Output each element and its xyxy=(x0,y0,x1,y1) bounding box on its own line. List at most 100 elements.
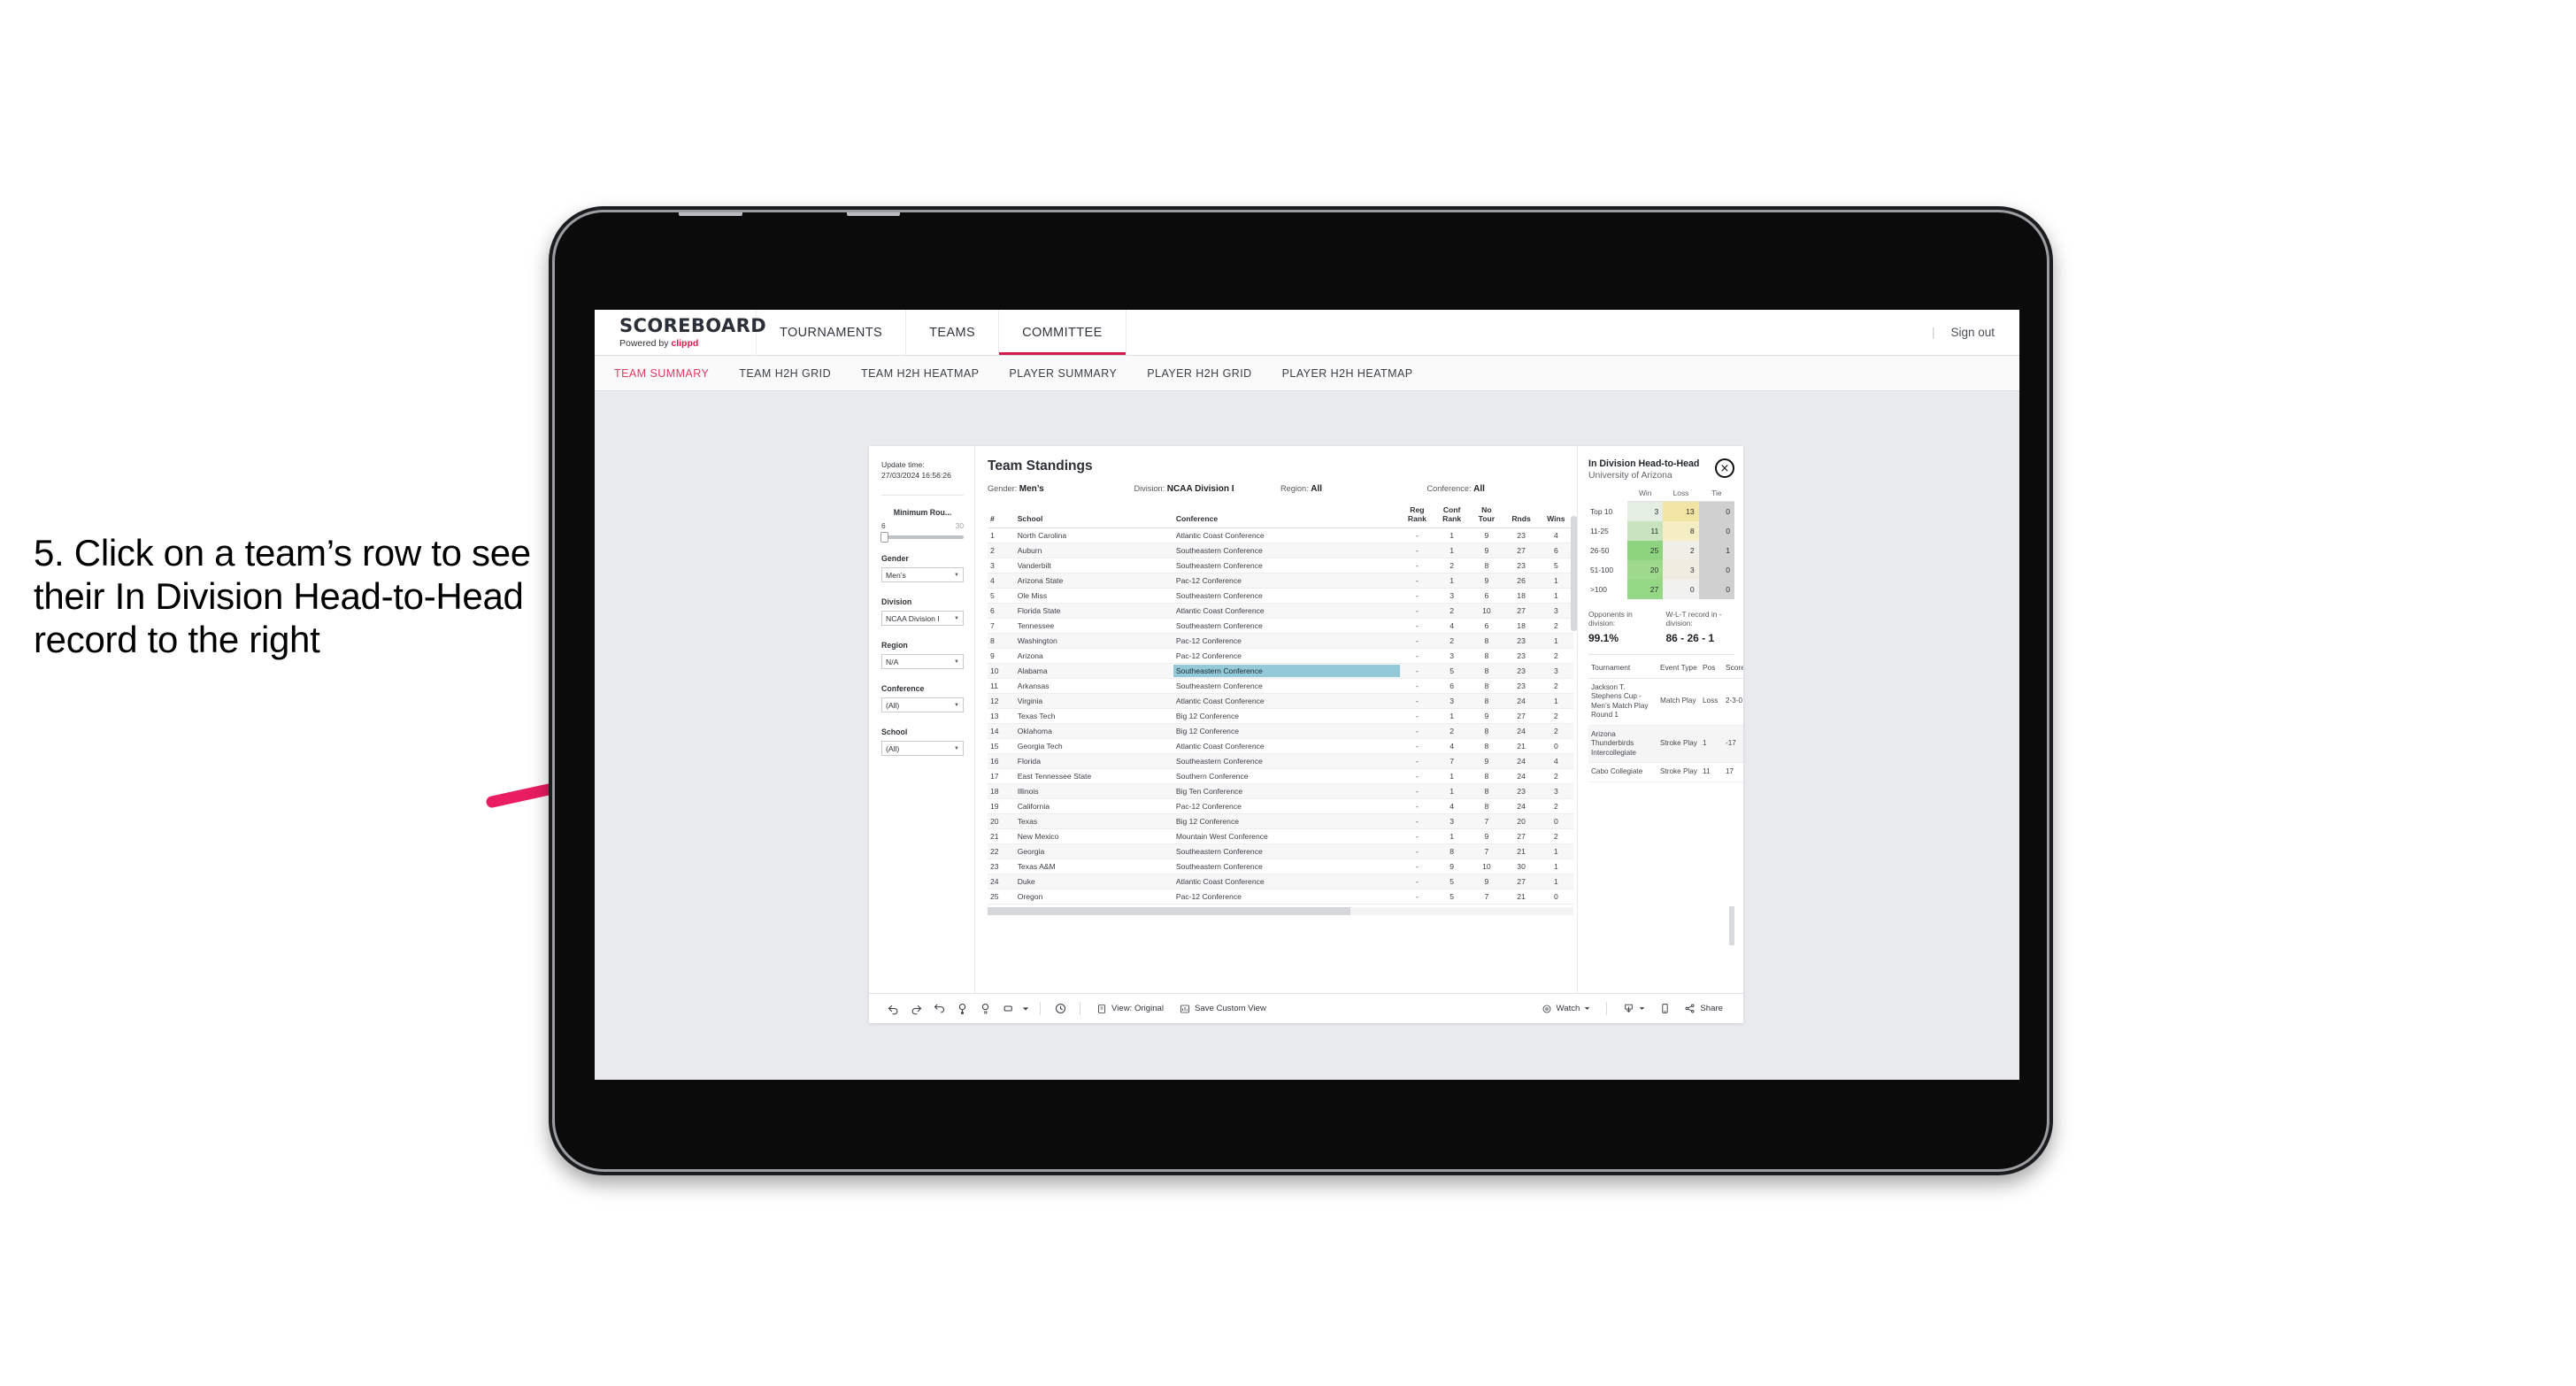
min-rounds-slider-handle[interactable] xyxy=(880,532,888,543)
tab-player-summary[interactable]: PLAYER SUMMARY xyxy=(1009,367,1117,380)
cell-conference[interactable]: Big 12 Conference xyxy=(1173,813,1400,829)
col-wins[interactable]: Wins xyxy=(1538,504,1573,528)
tab-team-summary[interactable]: TEAM SUMMARY xyxy=(614,367,709,380)
col-event-type[interactable]: Event Type xyxy=(1657,656,1700,679)
device-preview-icon[interactable] xyxy=(1653,997,1676,1020)
tournament-row[interactable]: Cabo Collegiate Stroke Play 11 17 xyxy=(1588,762,1743,782)
nav-item-tournaments[interactable]: TOURNAMENTS xyxy=(757,310,907,355)
cell-conference[interactable]: Pac-12 Conference xyxy=(1173,573,1400,589)
table-row[interactable]: 2 Auburn Southeastern Conference -1 9 27 6 xyxy=(988,543,1573,558)
h2h-win-cell[interactable]: 20 xyxy=(1627,559,1664,580)
cell-school[interactable]: Oregon xyxy=(1014,889,1173,905)
cell-school[interactable]: East Tennessee State xyxy=(1014,768,1173,784)
table-row[interactable]: 1 North Carolina Atlantic Coast Conference… xyxy=(988,527,1573,543)
table-row[interactable]: 20 Texas Big 12 Conference -3 7 20 0 xyxy=(988,813,1573,829)
cell-school[interactable]: Texas A&M xyxy=(1014,859,1173,874)
h2h-tie-cell[interactable]: 0 xyxy=(1698,501,1734,521)
view-original-button[interactable]: View: Original xyxy=(1088,1004,1172,1014)
table-row[interactable]: 9 Arizona Pac-12 Conference -3 8 23 2 xyxy=(988,648,1573,664)
sign-out-link[interactable]: Sign out xyxy=(1950,326,1995,339)
h2h-row[interactable]: 26-50 25 2 1 xyxy=(1588,540,1734,560)
col-conf-rank[interactable]: Conf Rank xyxy=(1434,504,1470,528)
tab-team-h2h-heatmap[interactable]: TEAM H2H HEATMAP xyxy=(861,367,979,380)
cell-conference[interactable]: Southeastern Conference xyxy=(1173,588,1400,604)
h2h-win-cell[interactable]: 25 xyxy=(1627,540,1664,560)
cell-school[interactable]: North Carolina xyxy=(1014,527,1173,543)
h2h-win-cell[interactable]: 11 xyxy=(1627,520,1664,541)
h2h-loss-cell[interactable]: 0 xyxy=(1663,579,1699,599)
cell-school[interactable]: Virginia xyxy=(1014,693,1173,709)
filter-conference-select[interactable]: (All) ▼ xyxy=(881,697,964,713)
h2h-win-cell[interactable]: 27 xyxy=(1627,579,1664,599)
table-row[interactable]: 12 Virginia Atlantic Coast Conference -3 8 24… xyxy=(988,693,1573,709)
cell-school[interactable]: Georgia Tech xyxy=(1014,738,1173,754)
table-row[interactable]: 8 Washington Pac-12 Conference -2 8 23 1 xyxy=(988,633,1573,649)
cell-school[interactable]: Alabama xyxy=(1014,663,1173,679)
col-index[interactable]: # xyxy=(988,504,1015,528)
col-rnds[interactable]: Rnds xyxy=(1503,504,1539,528)
revert-icon[interactable] xyxy=(927,997,950,1020)
col-no-tour[interactable]: No Tour xyxy=(1469,504,1504,528)
table-row[interactable]: 6 Florida State Atlantic Coast Conference -… xyxy=(988,603,1573,619)
cell-conference[interactable]: Southeastern Conference xyxy=(1173,543,1400,558)
h2h-row[interactable]: 51-100 20 3 0 xyxy=(1588,559,1734,580)
cell-school[interactable]: Washington xyxy=(1014,633,1173,649)
h2h-row[interactable]: Top 10 3 13 0 xyxy=(1588,501,1734,521)
cell-school[interactable]: Georgia xyxy=(1014,843,1173,859)
cell-school[interactable]: Arkansas xyxy=(1014,678,1173,694)
cell-conference[interactable]: Atlantic Coast Conference xyxy=(1173,603,1400,619)
tab-team-h2h-grid[interactable]: TEAM H2H GRID xyxy=(739,367,831,380)
cell-conference[interactable]: Southeastern Conference xyxy=(1173,859,1400,874)
device-volume-up-button[interactable] xyxy=(552,471,555,556)
chevron-down-icon[interactable] xyxy=(1019,997,1032,1020)
table-row[interactable]: 19 California Pac-12 Conference -4 8 24 2 xyxy=(988,798,1573,814)
h2h-loss-cell[interactable]: 13 xyxy=(1663,501,1699,521)
tournament-row[interactable]: Jackson T. Stephens Cup - Men’s Match Pl… xyxy=(1588,678,1743,726)
h2h-row[interactable]: 11-25 11 8 0 xyxy=(1588,520,1734,541)
cell-conference[interactable]: Southern Conference xyxy=(1173,768,1400,784)
refresh-icon[interactable] xyxy=(950,997,973,1020)
cell-conference[interactable]: Big 12 Conference xyxy=(1173,723,1400,739)
col-conference[interactable]: Conference xyxy=(1173,504,1400,528)
tournaments-scrollbar[interactable] xyxy=(1729,906,1734,945)
table-row[interactable]: 17 East Tennessee State Southern Conferenc… xyxy=(988,768,1573,784)
h2h-tie-cell[interactable]: 0 xyxy=(1698,559,1734,580)
h2h-loss-cell[interactable]: 8 xyxy=(1663,520,1699,541)
h2h-tie-cell[interactable]: 1 xyxy=(1698,540,1734,560)
cell-school[interactable]: Texas Tech xyxy=(1014,708,1173,724)
tournament-row[interactable]: Arizona Thunderbirds Intercollegiate Stro… xyxy=(1588,725,1743,763)
table-row[interactable]: 23 Texas A&M Southeastern Conference -9 10 30… xyxy=(988,859,1573,874)
table-row[interactable]: 11 Arkansas Southeastern Conference -6 8 23 2 xyxy=(988,678,1573,694)
cell-conference[interactable]: Pac-12 Conference xyxy=(1173,633,1400,649)
cell-conference[interactable]: Southeastern Conference xyxy=(1173,558,1400,574)
h2h-tie-cell[interactable]: 0 xyxy=(1698,579,1734,599)
table-row[interactable]: 18 Illinois Big Ten Conference -1 8 23 3 xyxy=(988,783,1573,799)
cell-conference[interactable]: Pac-12 Conference xyxy=(1173,889,1400,905)
cell-school[interactable]: Auburn xyxy=(1014,543,1173,558)
table-row[interactable]: 10 Alabama Southeastern Conference -5 8 23 3 xyxy=(988,663,1573,679)
filter-gender-select[interactable]: Men’s ▼ xyxy=(881,567,964,583)
watch-button[interactable]: Watch xyxy=(1534,1004,1599,1014)
standings-horizontal-scroll-thumb[interactable] xyxy=(988,907,1351,915)
h2h-row[interactable]: >100 27 0 0 xyxy=(1588,579,1734,599)
cell-conference[interactable]: Pac-12 Conference xyxy=(1173,798,1400,814)
h2h-loss-cell[interactable]: 3 xyxy=(1663,559,1699,580)
table-row[interactable]: 15 Georgia Tech Atlantic Coast Conference -… xyxy=(988,738,1573,754)
cell-conference[interactable]: Big Ten Conference xyxy=(1173,783,1400,799)
table-row[interactable]: 25 Oregon Pac-12 Conference -5 7 21 0 xyxy=(988,889,1573,905)
cell-conference[interactable]: Pac-12 Conference xyxy=(1173,648,1400,664)
cell-conference[interactable]: Southeastern Conference xyxy=(1173,753,1400,769)
cell-school[interactable]: Tennessee xyxy=(1014,618,1173,634)
tab-player-h2h-heatmap[interactable]: PLAYER H2H HEATMAP xyxy=(1282,367,1413,380)
undo-icon[interactable] xyxy=(881,997,904,1020)
cell-conference[interactable]: Atlantic Coast Conference xyxy=(1173,693,1400,709)
rectangle-select-icon[interactable] xyxy=(996,997,1019,1020)
table-row[interactable]: 22 Georgia Southeastern Conference -8 7 21 1 xyxy=(988,843,1573,859)
download-button[interactable] xyxy=(1615,1003,1653,1014)
h2h-loss-cell[interactable]: 2 xyxy=(1663,540,1699,560)
cell-conference[interactable]: Atlantic Coast Conference xyxy=(1173,738,1400,754)
cell-school[interactable]: Florida xyxy=(1014,753,1173,769)
cell-school[interactable]: Oklahoma xyxy=(1014,723,1173,739)
nav-item-teams[interactable]: TEAMS xyxy=(906,310,1000,355)
filter-school-select[interactable]: (All) ▼ xyxy=(881,741,964,757)
